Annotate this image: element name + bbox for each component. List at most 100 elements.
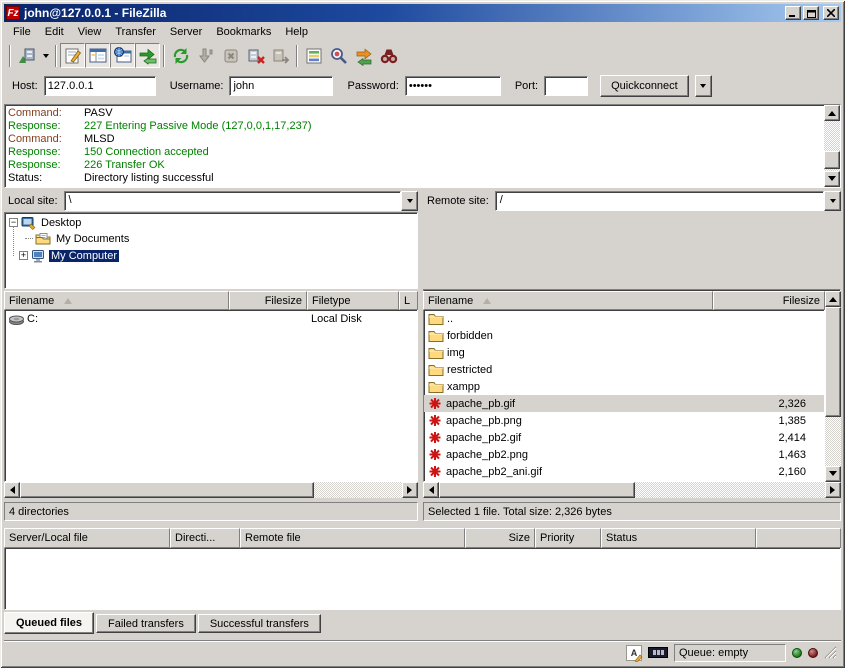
remote-horizontal-scrollbar[interactable] [423, 482, 841, 498]
expand-icon[interactable]: + [19, 251, 28, 260]
file-row[interactable]: apache_pb2.png 1,463 [424, 446, 824, 463]
desktop-icon [21, 216, 36, 230]
file-row-selected[interactable]: apache_pb.gif 2,326 [424, 395, 824, 412]
column-server-local-file[interactable]: Server/Local file [4, 528, 170, 548]
scroll-down-button[interactable] [824, 171, 840, 187]
toggle-message-log-button[interactable] [60, 43, 85, 68]
filter-button[interactable] [301, 43, 326, 68]
file-row[interactable]: xampp [424, 378, 824, 395]
scrollbar-thumb[interactable] [20, 482, 314, 498]
column-filename[interactable]: Filename [423, 291, 713, 310]
directory-comparison-button[interactable] [326, 43, 351, 68]
column-filetype[interactable]: Filetype [307, 291, 399, 310]
local-file-list[interactable]: C: Local Disk [4, 310, 418, 482]
column-size[interactable]: Size [465, 528, 535, 548]
remote-status-text: Selected 1 file. Total size: 2,326 bytes [428, 506, 612, 518]
file-row[interactable]: forbidden [424, 327, 824, 344]
toolbar [4, 41, 841, 70]
scroll-down-button[interactable] [825, 466, 841, 482]
file-row[interactable]: apache_pb2_ani.gif 2,160 [424, 463, 824, 480]
toggle-remote-tree-button[interactable] [110, 43, 135, 68]
file-row-c-drive[interactable]: C: Local Disk [5, 310, 417, 327]
log-label: Response: [8, 146, 84, 159]
column-filename[interactable]: Filename [4, 291, 229, 310]
toggle-queue-button[interactable] [135, 43, 160, 68]
find-files-button[interactable] [376, 43, 401, 68]
column-last-modified[interactable]: L [399, 291, 418, 310]
menu-view[interactable]: View [71, 24, 109, 40]
synchronized-browsing-icon [354, 46, 374, 66]
scrollbar-thumb[interactable] [824, 151, 840, 169]
log-scrollbar[interactable] [824, 105, 840, 187]
column-remote-file[interactable]: Remote file [240, 528, 465, 548]
disconnect-button[interactable] [243, 43, 268, 68]
scrollbar-thumb[interactable] [825, 307, 841, 417]
file-row[interactable]: apache_pb2.gif 2,414 [424, 429, 824, 446]
scroll-up-button[interactable] [825, 291, 841, 307]
arrow-right-icon [830, 486, 839, 494]
scroll-left-button[interactable] [423, 482, 439, 498]
quickconnect-button[interactable]: Quickconnect [600, 75, 689, 97]
column-direction[interactable]: Directi... [170, 528, 240, 548]
remote-file-list[interactable]: .. forbidden img restricted xampp apache… [423, 310, 825, 482]
titlebar[interactable]: Fz john@127.0.0.1 - FileZilla [4, 4, 841, 22]
scroll-left-button[interactable] [4, 482, 20, 498]
username-input[interactable] [229, 76, 333, 96]
tree-item-desktop[interactable]: − Desktop [5, 213, 417, 230]
scroll-up-button[interactable] [824, 105, 840, 121]
column-label: L [404, 295, 410, 307]
queue-list[interactable] [4, 548, 841, 610]
menu-bookmarks[interactable]: Bookmarks [209, 24, 278, 40]
toggle-local-tree-button[interactable] [85, 43, 110, 68]
column-priority[interactable]: Priority [535, 528, 601, 548]
column-label: Directi... [175, 532, 215, 544]
file-row[interactable]: img [424, 344, 824, 361]
column-filesize[interactable]: Filesize [229, 291, 307, 310]
local-site-combobox[interactable]: \ [64, 191, 401, 211]
port-input[interactable] [544, 76, 588, 96]
local-horizontal-scrollbar[interactable] [4, 482, 418, 498]
tab-successful-transfers[interactable]: Successful transfers [198, 614, 321, 633]
username-label: Username: [170, 80, 224, 92]
remote-vertical-scrollbar[interactable] [825, 291, 841, 482]
maximize-button[interactable] [803, 6, 819, 20]
minimize-button[interactable] [785, 6, 801, 20]
remote-site-combobox[interactable]: / [495, 191, 824, 211]
scroll-right-button[interactable] [402, 482, 418, 498]
resize-grip[interactable] [824, 646, 837, 659]
column-status[interactable]: Status [601, 528, 756, 548]
local-site-dropdown[interactable] [401, 191, 418, 211]
site-manager-button[interactable] [14, 43, 39, 68]
local-tree[interactable]: − Desktop My Documents + [4, 212, 418, 289]
scrollbar-thumb[interactable] [439, 482, 635, 498]
column-label: Status [606, 532, 637, 544]
menu-file[interactable]: File [6, 24, 38, 40]
remote-site-dropdown[interactable] [824, 191, 841, 211]
tree-item-my-computer[interactable]: + My Computer [5, 247, 417, 264]
menu-help[interactable]: Help [278, 24, 315, 40]
synchronized-browsing-button[interactable] [351, 43, 376, 68]
password-input[interactable] [405, 76, 501, 96]
refresh-button[interactable] [168, 43, 193, 68]
folder-icon [428, 329, 444, 342]
site-manager-dropdown[interactable] [39, 43, 52, 68]
file-row[interactable]: apache_pb.png 1,385 [424, 412, 824, 429]
column-filesize[interactable]: Filesize [713, 291, 825, 310]
queue-view-icon [138, 46, 158, 66]
tab-queued-files[interactable]: Queued files [4, 612, 94, 634]
tree-item-my-documents[interactable]: My Documents [5, 230, 417, 247]
host-input[interactable] [44, 76, 156, 96]
log-text: PASV [84, 107, 113, 120]
menu-server[interactable]: Server [163, 24, 209, 40]
file-size: 1,463 [714, 449, 810, 461]
menu-edit[interactable]: Edit [38, 24, 71, 40]
quickconnect-dropdown[interactable] [695, 75, 712, 97]
tab-failed-transfers[interactable]: Failed transfers [96, 614, 196, 633]
close-icon [827, 9, 835, 17]
menu-transfer[interactable]: Transfer [108, 24, 163, 40]
file-row[interactable]: restricted [424, 361, 824, 378]
scroll-right-button[interactable] [825, 482, 841, 498]
remote-site-header: Remote site: / [423, 190, 841, 211]
file-row[interactable]: .. [424, 310, 824, 327]
close-button[interactable] [823, 6, 839, 20]
